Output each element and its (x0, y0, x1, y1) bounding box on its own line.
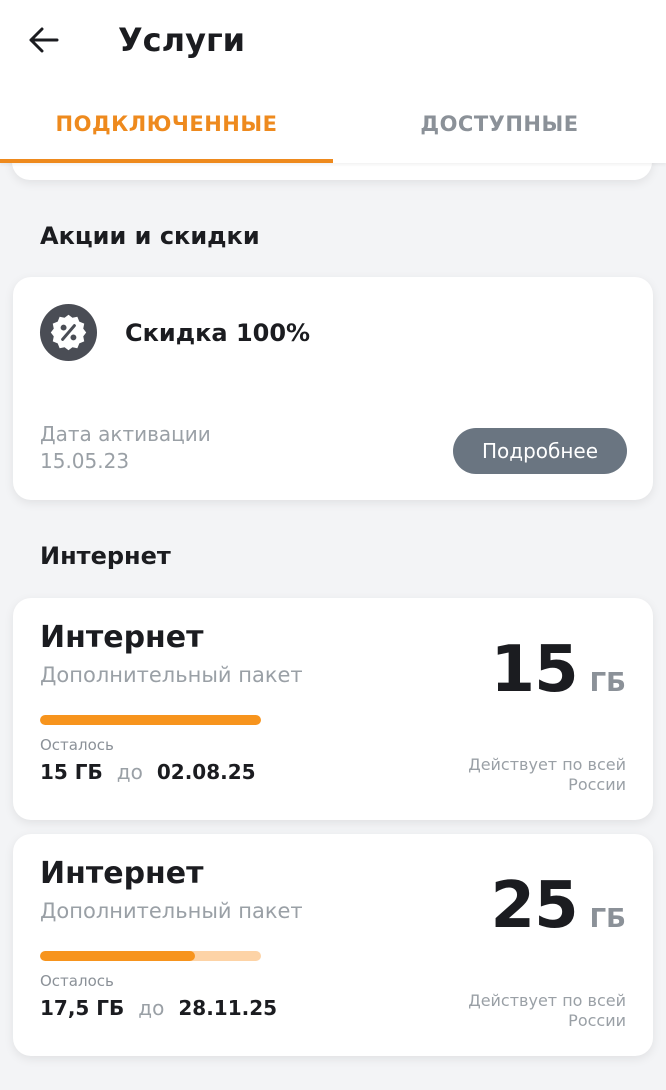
activation-date-label: Дата активации (40, 422, 211, 446)
until-date: 02.08.25 (156, 760, 256, 784)
package-name: Интернет (40, 856, 204, 891)
active-tab-indicator (0, 159, 333, 163)
tab-available[interactable]: ДОСТУПНЫЕ (333, 100, 666, 163)
package-subtitle: Дополнительный пакет (40, 663, 303, 687)
internet-section-title: Интернет (40, 542, 171, 570)
discount-badge-icon (39, 303, 98, 362)
internet-package-card[interactable]: Интернет Дополнительный пакет 25 ГБ Оста… (13, 834, 653, 1056)
remaining-row: 17,5 ГБ до 28.11.25 (40, 994, 277, 1022)
remaining-progress-fill (40, 951, 195, 961)
remaining-value: 17,5 ГБ (40, 996, 125, 1020)
remaining-value: 15 ГБ (40, 760, 103, 784)
package-amount-value: 15 (490, 633, 579, 707)
back-button[interactable] (24, 20, 64, 60)
details-button[interactable]: Подробнее (453, 428, 627, 474)
remaining-row: 15 ГБ до 02.08.25 (40, 758, 256, 786)
promotions-section-title: Акции и скидки (40, 222, 260, 250)
remaining-label: Осталось (40, 972, 114, 990)
internet-package-card[interactable]: Интернет Дополнительный пакет 15 ГБ Оста… (13, 598, 653, 820)
arrow-left-icon (29, 27, 59, 53)
until-word: до (138, 996, 165, 1020)
package-amount: 25 ГБ (491, 866, 626, 946)
discount-card[interactable]: Скидка 100% Дата активации 15.05.23 Подр… (13, 277, 653, 500)
activation-date-value: 15.05.23 (40, 449, 130, 473)
remaining-progress-fill (40, 715, 261, 725)
package-amount-unit: ГБ (589, 904, 626, 934)
coverage-note: Действует по всей России (468, 991, 626, 1030)
remaining-label: Осталось (40, 736, 114, 754)
discount-name: Скидка 100% (125, 319, 311, 347)
package-amount-value: 25 (490, 869, 579, 943)
package-name: Интернет (40, 620, 204, 655)
page-title: Услуги (118, 21, 246, 59)
tab-connected-label: ПОДКЛЮЧЕННЫЕ (55, 112, 278, 136)
coverage-note: Действует по всей России (468, 755, 626, 794)
remaining-progress-bar (40, 715, 261, 725)
package-amount: 15 ГБ (491, 630, 626, 710)
until-word: до (116, 760, 143, 784)
top-app-bar: Услуги ПОДКЛЮЧЕННЫЕ ДОСТУПНЫЕ (0, 0, 666, 163)
package-subtitle: Дополнительный пакет (40, 899, 303, 923)
tab-connected[interactable]: ПОДКЛЮЧЕННЫЕ (0, 100, 333, 163)
package-amount-unit: ГБ (589, 668, 626, 698)
tab-available-label: ДОСТУПНЫЕ (420, 112, 579, 136)
until-date: 28.11.25 (178, 996, 278, 1020)
remaining-progress-bar (40, 951, 261, 961)
